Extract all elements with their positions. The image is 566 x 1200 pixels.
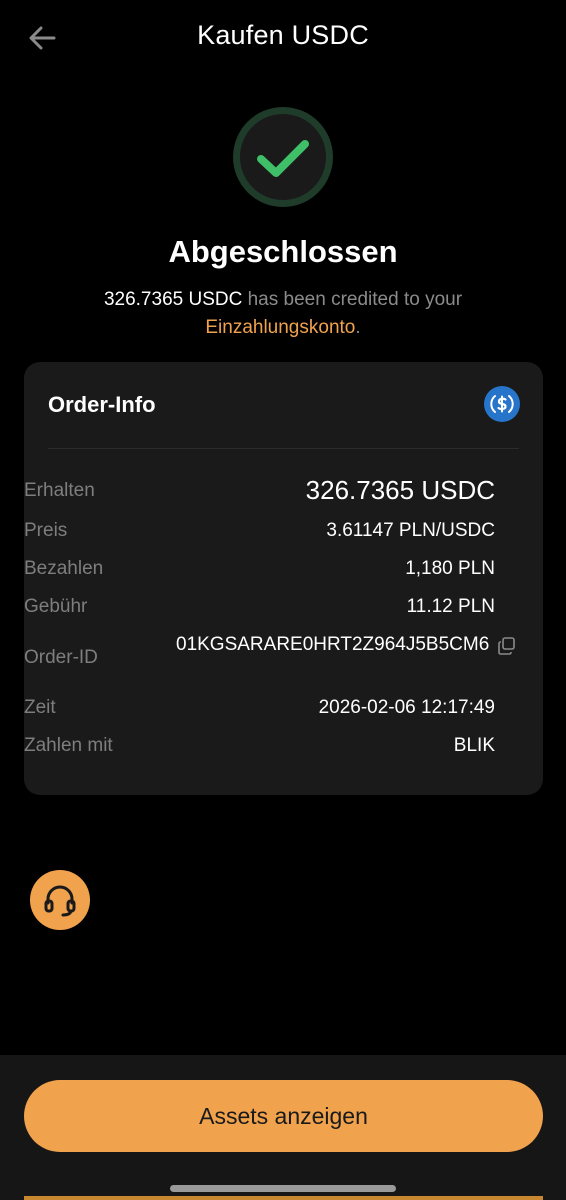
home-indicator[interactable] bbox=[170, 1185, 396, 1192]
deposit-account-link[interactable]: Einzahlungskonto bbox=[205, 317, 355, 338]
bottom-strip bbox=[24, 1196, 543, 1200]
row-value: BLIK bbox=[453, 735, 495, 756]
row-label: Order-ID bbox=[24, 647, 98, 668]
status-message: 326.7365 USDC has been credited to your … bbox=[0, 286, 566, 342]
checkmark-icon bbox=[257, 140, 309, 177]
row-value: 2026-02-06 12:17:49 bbox=[318, 697, 495, 718]
success-badge bbox=[233, 107, 333, 207]
row-value: 11.12 PLN bbox=[406, 596, 495, 617]
order-id-value: 01KGSARARE0HRT2Z964J5B5CM6 bbox=[176, 634, 490, 655]
status-message-middle: has been credited to your bbox=[242, 289, 463, 310]
order-info-title: Order-Info bbox=[48, 392, 156, 417]
row-value: 1,180 PLN bbox=[405, 558, 495, 579]
header: Kaufen USDC bbox=[0, 0, 566, 76]
card-divider bbox=[48, 448, 519, 449]
row-label: Zahlen mit bbox=[24, 735, 113, 756]
row-label: Preis bbox=[24, 520, 68, 541]
page-title: Kaufen USDC bbox=[197, 20, 369, 50]
support-button[interactable] bbox=[30, 870, 90, 930]
status-message-end: . bbox=[355, 317, 361, 338]
view-assets-button[interactable]: Assets anzeigen bbox=[24, 1080, 543, 1152]
row-label: Erhalten bbox=[24, 480, 95, 501]
row-value: 326.7365 USDC bbox=[305, 475, 495, 505]
status-title: Abgeschlossen bbox=[168, 234, 398, 269]
headset-icon bbox=[44, 885, 76, 917]
credited-amount: 326.7365 USDC bbox=[103, 289, 243, 310]
row-label: Bezahlen bbox=[24, 558, 104, 579]
row-label: Zeit bbox=[24, 697, 56, 718]
page: Kaufen USDC Abgeschlossen 326.7365 USDC … bbox=[0, 0, 566, 1200]
copy-icon[interactable] bbox=[497, 636, 517, 656]
row-value: 3.61147 PLN/USDC bbox=[326, 520, 495, 541]
row-label: Gebühr bbox=[24, 596, 88, 617]
usdc-icon bbox=[484, 386, 520, 422]
